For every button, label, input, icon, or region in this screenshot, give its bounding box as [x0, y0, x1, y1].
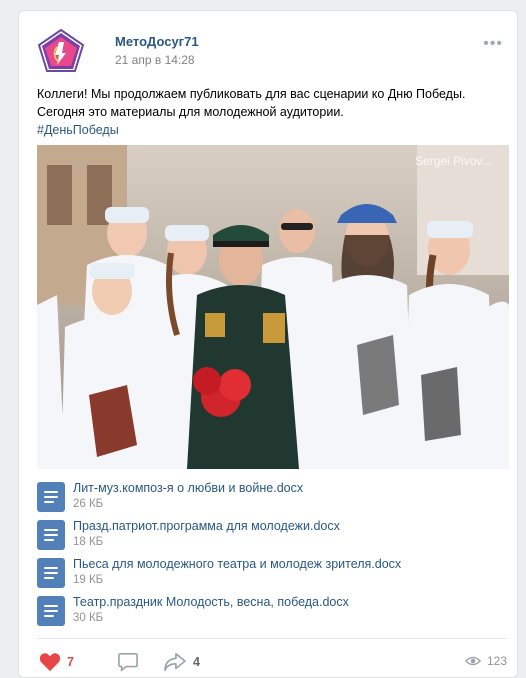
community-avatar[interactable] [37, 28, 85, 73]
document-item[interactable]: Театр.праздник Молодость, весна, победа.… [37, 593, 507, 631]
document-item[interactable]: Пьеса для молодежного театра и молодеж з… [37, 555, 507, 593]
attached-documents: Лит-муз.композ-я о любви и войне.docx 26… [37, 479, 507, 631]
post-text-block: Коллеги! Мы продолжаем публиковать для в… [37, 85, 509, 139]
post-header: МетоДосуг71 21 апр в 14:28 ••• [37, 28, 503, 73]
eye-icon [464, 656, 481, 666]
document-icon [37, 520, 65, 550]
share-count: 4 [193, 655, 200, 669]
document-title[interactable]: Пьеса для молодежного театра и молодеж з… [73, 557, 401, 571]
document-icon [37, 482, 65, 512]
photo-watermark: Sergei Pivov... [415, 154, 491, 168]
post-date[interactable]: 21 апр в 14:28 [115, 53, 195, 67]
like-count: 7 [67, 655, 74, 669]
hashtag-link[interactable]: #ДеньПобеды [37, 121, 509, 139]
document-icon [37, 596, 65, 626]
document-size: 30 КБ [73, 612, 104, 624]
like-button[interactable]: 7 [39, 651, 74, 673]
document-size: 19 КБ [73, 574, 104, 586]
document-icon [37, 558, 65, 588]
view-count: 123 [486, 654, 507, 668]
veteran-group-photo: Sergei Pivov... [37, 145, 509, 469]
footer-divider [37, 638, 507, 639]
share-arrow-icon [164, 653, 186, 671]
document-title[interactable]: Театр.праздник Молодость, весна, победа.… [73, 595, 349, 609]
comment-icon [118, 653, 138, 672]
document-size: 26 КБ [73, 498, 104, 510]
post-card: МетоДосуг71 21 апр в 14:28 ••• Коллеги! … [18, 10, 518, 678]
post-author[interactable]: МетоДосуг71 [115, 34, 199, 49]
share-button[interactable]: 4 [163, 651, 200, 673]
document-item[interactable]: Лит-муз.композ-я о любви и войне.docx 26… [37, 479, 507, 517]
document-item[interactable]: Празд.патриот.программа для молодежи.doc… [37, 517, 507, 555]
post-actions: 7 4 123 [37, 647, 507, 677]
document-title[interactable]: Лит-муз.композ-я о любви и войне.docx [73, 481, 303, 495]
post-photo[interactable]: Sergei Pivov... [37, 145, 509, 469]
comment-button[interactable] [117, 651, 139, 673]
heart-icon [39, 653, 61, 672]
post-body-text: Коллеги! Мы продолжаем публиковать для в… [37, 87, 466, 119]
more-options-icon[interactable]: ••• [483, 35, 503, 53]
view-counter: 123 [464, 654, 507, 668]
document-title[interactable]: Празд.патриот.программа для молодежи.doc… [73, 519, 340, 533]
document-size: 18 КБ [73, 536, 104, 548]
